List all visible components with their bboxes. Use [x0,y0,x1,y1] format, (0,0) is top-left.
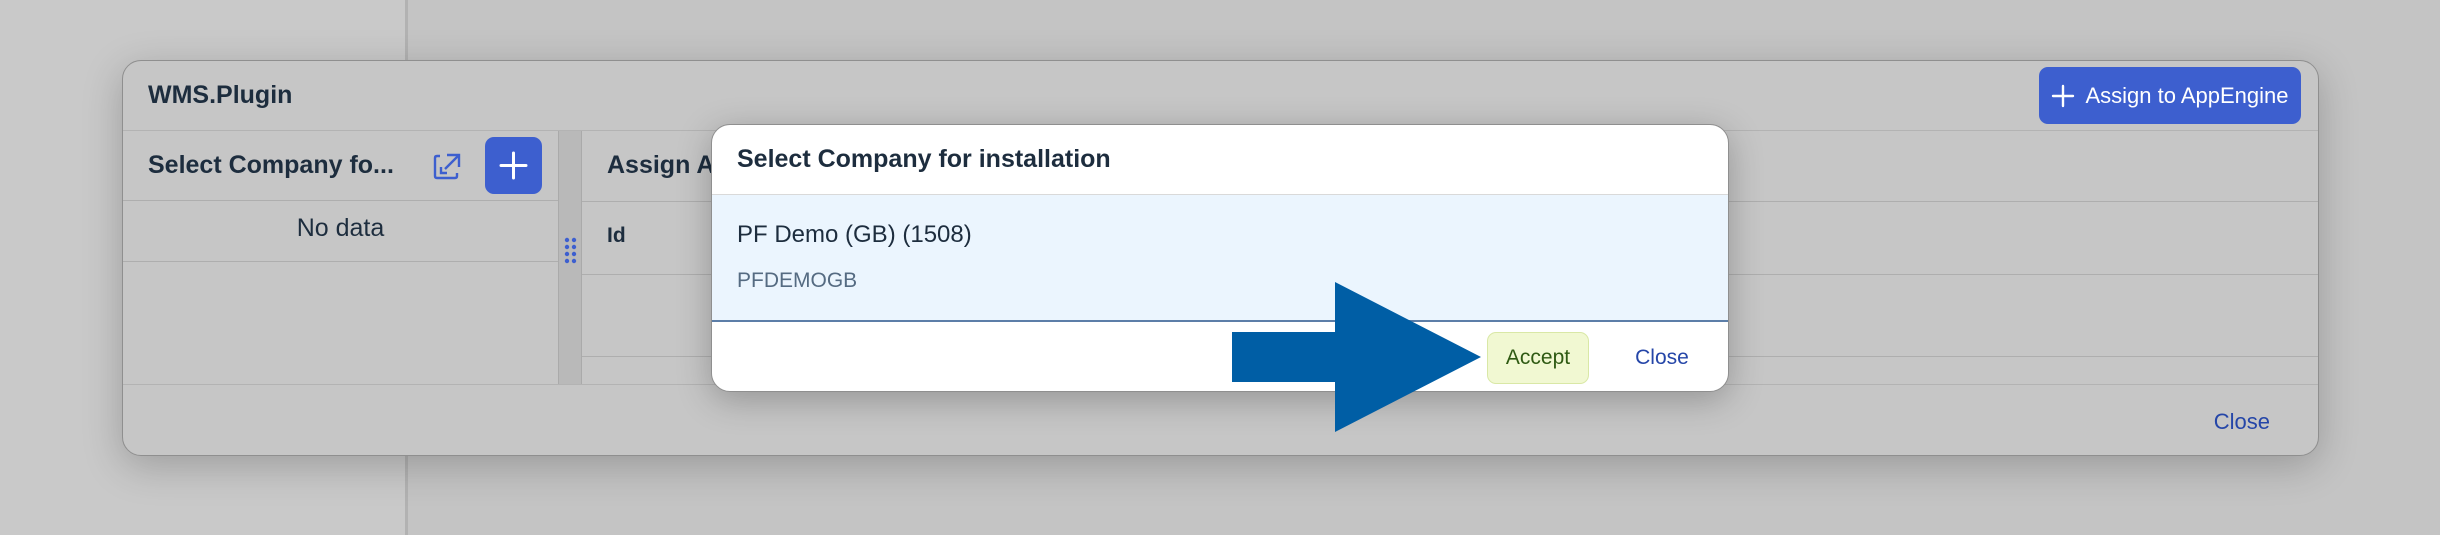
dialog-header: WMS.Plugin [123,61,2318,131]
panel-splitter[interactable] [558,131,582,384]
list-item[interactable]: PF Demo (GB) (1508) PFDEMOGB [712,195,1728,322]
add-company-button[interactable] [485,137,542,194]
select-company-dialog: Select Company for installation PF Demo … [711,124,1729,392]
dialog-header: Select Company for installation [712,125,1728,195]
close-button[interactable]: Close [2214,409,2270,435]
open-external-button[interactable] [428,146,468,186]
dialog-title: WMS.Plugin [148,81,293,109]
list-item-title: PF Demo (GB) (1508) [737,221,972,248]
column-header-id: Id [607,224,626,247]
assign-button-label: Assign to AppEngine [2085,82,2289,108]
assign-to-appengine-button[interactable]: Assign to AppEngine [2039,67,2301,124]
close-button[interactable]: Close [1612,332,1712,384]
row-divider [123,261,558,262]
no-data-text: No data [296,214,385,242]
dialog-footer: Accept Close [712,322,1728,391]
plus-icon [499,151,528,180]
arrow-pointer-icon [1232,282,1481,432]
accept-button[interactable]: Accept [1487,332,1589,384]
row-divider [123,200,558,201]
select-company-panel: Select Company fo... No data [123,131,558,384]
open-external-icon [433,153,461,180]
dialog-title: Select Company for installation [737,145,1111,173]
panel-title: Select Company fo... [148,151,394,179]
panel-title: Assign A [607,151,715,179]
grip-icon [564,237,577,264]
list-item-description: PFDEMOGB [737,269,858,292]
plus-icon [2052,84,2075,107]
dialog-footer: Close [123,384,2318,455]
